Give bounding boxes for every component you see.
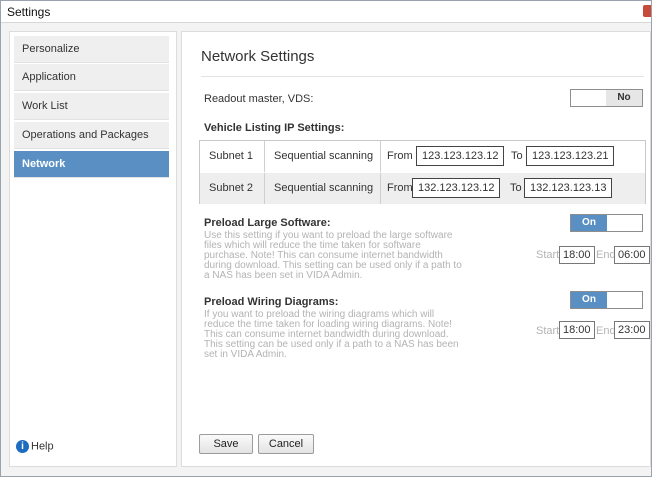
to-label: To <box>511 150 523 162</box>
column-divider <box>380 173 381 204</box>
subnet-table: Subnet 1 Sequential scanning From 123.12… <box>199 140 646 204</box>
window-title: Settings <box>7 5 51 19</box>
title-bar: Settings <box>1 1 651 23</box>
close-icon[interactable] <box>643 5 651 17</box>
readout-toggle-value: No <box>606 90 642 106</box>
preload-wiring-toggle[interactable]: On <box>570 291 643 309</box>
preload-wiring-end-input[interactable]: 23:00 <box>614 321 650 339</box>
table-row: Subnet 2 Sequential scanning From 132.12… <box>200 173 645 204</box>
to-label: To <box>510 182 522 194</box>
column-divider <box>264 141 265 172</box>
subnet-mode: Sequential scanning <box>274 182 374 194</box>
start-label: Start <box>536 249 560 261</box>
preload-software-description: Use this setting if you want to preload … <box>204 230 462 281</box>
info-icon: i <box>16 440 29 453</box>
preload-wiring-heading: Preload Wiring Diagrams: <box>204 296 339 308</box>
vehicle-listing-heading: Vehicle Listing IP Settings: <box>204 122 345 134</box>
subnet-from-input[interactable]: 123.123.123.12 <box>416 146 505 166</box>
title-divider <box>201 76 644 77</box>
sidebar-item-network[interactable]: Network <box>14 151 169 178</box>
save-button[interactable]: Save <box>199 434 253 454</box>
sidebar-item-application[interactable]: Application <box>14 64 169 91</box>
readout-label: Readout master, VDS: <box>204 93 314 105</box>
preload-wiring-description: If you want to preload the wiring diagra… <box>204 309 459 360</box>
subnet-from-input[interactable]: 132.123.123.12 <box>412 178 501 198</box>
preload-wiring-start-input[interactable]: 18:00 <box>559 321 595 339</box>
preload-software-toggle[interactable]: On <box>570 214 643 232</box>
sidebar-item-personalize[interactable]: Personalize <box>14 36 169 63</box>
column-divider <box>264 173 265 204</box>
page-title: Network Settings <box>201 48 315 65</box>
settings-window: Settings Personalize Application Work Li… <box>0 0 652 477</box>
preload-wiring-toggle-value: On <box>571 292 607 308</box>
from-label: From <box>387 150 413 162</box>
subnet-mode: Sequential scanning <box>274 150 374 162</box>
preload-software-end-input[interactable]: 06:00 <box>614 246 650 264</box>
start-label: Start <box>536 325 560 337</box>
subnet-name: Subnet 1 <box>209 150 254 162</box>
column-divider <box>380 141 381 172</box>
subnet-to-input[interactable]: 132.123.123.13 <box>524 178 613 198</box>
table-row: Subnet 1 Sequential scanning From 123.12… <box>200 141 645 172</box>
end-label: End <box>596 325 616 337</box>
end-label: End <box>596 249 616 261</box>
sidebar-item-work-list[interactable]: Work List <box>14 93 169 120</box>
preload-software-toggle-value: On <box>571 215 607 231</box>
preload-software-start-input[interactable]: 18:00 <box>559 246 595 264</box>
help-link[interactable]: i Help <box>16 440 54 453</box>
from-label: From <box>387 182 413 194</box>
cancel-button[interactable]: Cancel <box>258 434 314 454</box>
subnet-to-input[interactable]: 123.123.123.21 <box>526 146 615 166</box>
preload-software-heading: Preload Large Software: <box>204 217 331 229</box>
subnet-name: Subnet 2 <box>209 182 254 194</box>
readout-toggle[interactable]: No <box>570 89 643 107</box>
help-label: Help <box>31 440 54 453</box>
sidebar-item-operations-packages[interactable]: Operations and Packages <box>14 122 169 149</box>
